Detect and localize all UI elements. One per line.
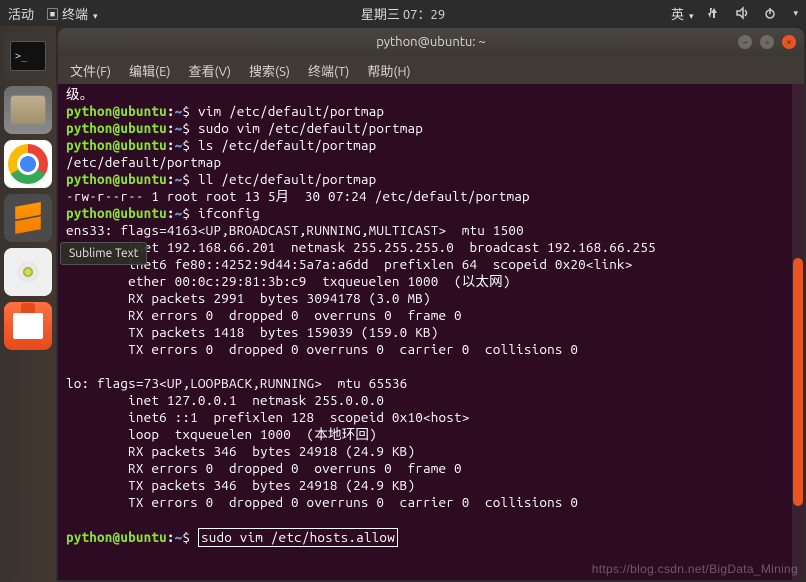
dock-app-software[interactable] (4, 302, 52, 350)
output-line: inet6 fe80::4252:9d44:5a7a:a6dd prefixle… (66, 256, 632, 272)
output-line: TX packets 1418 bytes 159039 (159.0 KB) (66, 324, 438, 340)
output-line: loop txqueuelen 1000 (本地环回) (66, 426, 377, 442)
terminal-output[interactable]: 级。 python@ubuntu:~$ vim /etc/default/por… (58, 84, 804, 580)
app-menu[interactable]: ▣ 终端 ▾ (46, 4, 98, 23)
window-close-button[interactable]: × (782, 35, 796, 49)
menu-terminal[interactable]: 终端(T) (308, 61, 349, 80)
output-line: /etc/default/portmap (66, 154, 221, 170)
window-title: python@ubuntu: ~ (376, 35, 486, 49)
output-line: RX packets 346 bytes 24918 (24.9 KB) (66, 443, 415, 459)
chevron-down-icon: ▾ (93, 11, 98, 21)
menu-search[interactable]: 搜索(S) (249, 61, 290, 80)
output-line: ether 00:0c:29:81:3b:c9 txqueuelen 1000 … (66, 273, 511, 289)
output-line: inet 127.0.0.1 netmask 255.0.0.0 (66, 392, 384, 408)
terminal-window: python@ubuntu: ~ – ▫ × 文件(F) 编辑(E) 查看(V)… (58, 28, 804, 580)
output-line: RX errors 0 dropped 0 overruns 0 frame 0 (66, 460, 462, 476)
dock-app-files[interactable] (4, 86, 52, 134)
menu-view[interactable]: 查看(V) (189, 61, 231, 80)
dock-app-rhythmbox[interactable] (4, 248, 52, 296)
ubuntu-dock: >_ (0, 26, 56, 582)
scrollbar-thumb[interactable] (793, 258, 803, 506)
gnome-top-panel: 活动 ▣ 终端 ▾ 星期三 07：29 英 ▾ ▾ (0, 0, 806, 26)
command: ll /etc/default/portmap (190, 171, 376, 187)
current-command-highlight: sudo vim /etc/hosts.allow (198, 528, 398, 547)
terminal-scrollbar[interactable] (792, 84, 804, 580)
activities-button[interactable]: 活动 (8, 4, 34, 23)
command: ls /etc/default/portmap (190, 137, 376, 153)
menu-help[interactable]: 帮助(H) (367, 61, 410, 80)
dock-app-terminal[interactable]: >_ (4, 32, 52, 80)
power-icon[interactable] (763, 6, 777, 20)
output-line: ens33: flags=4163<UP,BROADCAST,RUNNING,M… (66, 222, 524, 238)
output-line: RX errors 0 dropped 0 overruns 0 frame 0 (66, 307, 462, 323)
window-titlebar[interactable]: python@ubuntu: ~ – ▫ × (58, 28, 804, 56)
prompt-user: python@ubuntu (66, 103, 167, 119)
terminal-menubar: 文件(F) 编辑(E) 查看(V) 搜索(S) 终端(T) 帮助(H) (58, 56, 804, 84)
clock[interactable]: 星期三 07：29 (361, 4, 445, 23)
output-line: 级。 (66, 86, 93, 102)
terminal-indicator-icon: ▣ (46, 4, 59, 23)
output-line: TX errors 0 dropped 0 overruns 0 carrier… (66, 494, 578, 510)
output-line: -rw-r--r-- 1 root root 13 5月 30 07:24 /e… (66, 188, 530, 204)
output-line: inet 192.168.66.201 netmask 255.255.255.… (66, 239, 656, 255)
output-line: TX errors 0 dropped 0 overruns 0 carrier… (66, 341, 578, 357)
ime-indicator[interactable]: 英 ▾ (671, 4, 694, 23)
network-icon[interactable] (707, 6, 721, 20)
dock-app-chrome[interactable] (4, 140, 52, 188)
menu-edit[interactable]: 编辑(E) (129, 61, 170, 80)
command: ifconfig (190, 205, 260, 221)
chevron-down-icon: ▾ (689, 11, 694, 21)
output-line: lo: flags=73<UP,LOOPBACK,RUNNING> mtu 65… (66, 375, 407, 391)
command: vim /etc/default/portmap (190, 103, 384, 119)
output-line: TX packets 346 bytes 24918 (24.9 KB) (66, 477, 415, 493)
dock-tooltip: Sublime Text (60, 242, 147, 265)
window-minimize-button[interactable]: – (738, 35, 752, 49)
output-line: RX packets 2991 bytes 3094178 (3.0 MB) (66, 290, 431, 306)
dock-app-sublime[interactable] (4, 194, 52, 242)
output-line: inet6 ::1 prefixlen 128 scopeid 0x10<hos… (66, 409, 470, 425)
volume-icon[interactable] (735, 6, 749, 20)
watermark: https://blog.csdn.net/BigData_Mining (592, 561, 798, 578)
chevron-down-icon: ▾ (793, 8, 798, 19)
menu-file[interactable]: 文件(F) (70, 61, 111, 80)
window-maximize-button[interactable]: ▫ (760, 35, 774, 49)
command: sudo vim /etc/default/portmap (190, 120, 423, 136)
